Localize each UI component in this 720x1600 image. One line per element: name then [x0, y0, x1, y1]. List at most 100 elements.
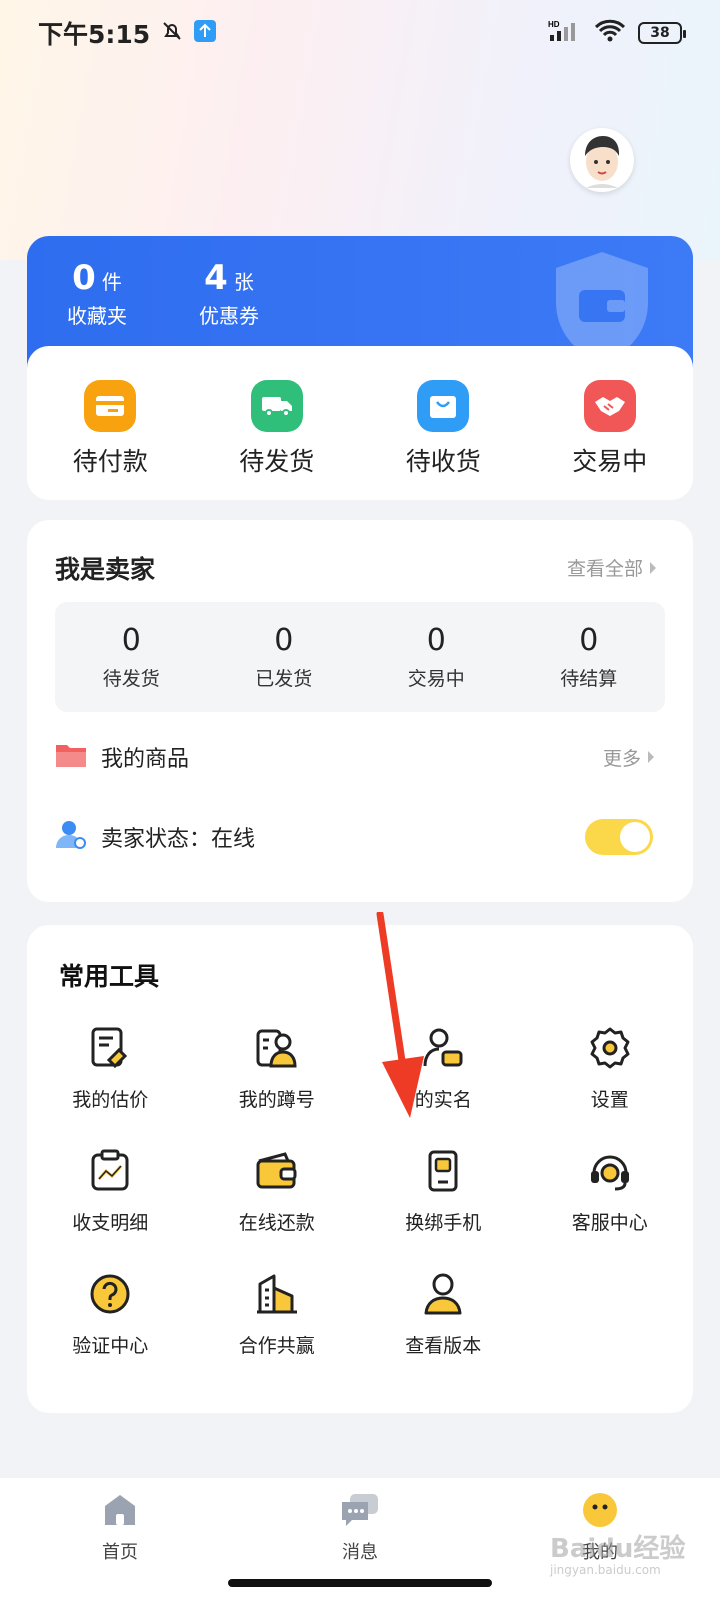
tool-settings[interactable]: 设置 [527, 1025, 694, 1112]
tool-label: 我的蹲号 [238, 1089, 315, 1111]
view-all-label: 查看全部 [566, 558, 643, 580]
profile-icon [580, 1490, 620, 1530]
nav-label: 首页 [102, 1542, 138, 1563]
headset-icon [587, 1148, 633, 1194]
orders-card: 待付款 待发货 待收货 交易中 [27, 346, 693, 500]
stat-label: 待结算 [560, 668, 618, 690]
coupons-stat[interactable]: 4张 优惠券 [199, 258, 259, 329]
favorites-label: 收藏夹 [67, 304, 127, 328]
bag-icon [417, 380, 470, 432]
favorites-stat[interactable]: 0件 收藏夹 [67, 258, 127, 329]
tool-verification[interactable]: 验证中心 [27, 1271, 194, 1358]
message-icon [340, 1490, 380, 1530]
annotation-arrow [370, 910, 450, 1126]
wifi-icon [594, 19, 626, 47]
stat-label: 交易中 [407, 668, 465, 690]
tool-label: 在线还款 [238, 1212, 315, 1234]
tool-cooperation[interactable]: 合作共赢 [194, 1271, 361, 1358]
stat-value: 0 [274, 623, 294, 658]
order-label: 交易中 [572, 447, 648, 476]
seller-stat-shipped[interactable]: 0 已发货 [214, 623, 354, 691]
order-label: 待付款 [72, 447, 148, 476]
order-pending-receipt[interactable]: 待收货 [378, 380, 508, 478]
tools-card: 常用工具 我的估价 我的蹲号 的实名 设置 收支明细 在线还款 换绑手机 客服中… [27, 925, 693, 1413]
handshake-icon [583, 380, 636, 432]
avatar[interactable] [570, 128, 634, 192]
user-status-icon [55, 820, 87, 854]
stat-value: 0 [121, 623, 141, 658]
tool-label: 合作共赢 [238, 1335, 315, 1357]
favorites-unit: 件 [101, 270, 122, 294]
order-in-progress[interactable]: 交易中 [545, 380, 675, 478]
watermark-sub: jingyan.baidu.com [550, 1563, 661, 1577]
tool-view-version[interactable]: 查看版本 [360, 1271, 527, 1358]
tool-label: 我的估价 [72, 1089, 149, 1111]
building-icon [254, 1271, 300, 1317]
stat-value: 0 [579, 623, 599, 658]
nav-home[interactable]: 首页 [40, 1490, 200, 1600]
wallet-icon [254, 1148, 300, 1194]
tool-label: 验证中心 [72, 1335, 149, 1357]
folder-icon [55, 741, 87, 773]
chevron-right-icon [647, 746, 655, 768]
seller-title: 我是卖家 [55, 555, 156, 584]
bell-muted-icon [160, 19, 184, 47]
order-label: 待收货 [405, 447, 481, 476]
tool-online-repay[interactable]: 在线还款 [194, 1148, 361, 1235]
online-toggle[interactable] [585, 819, 653, 855]
home-icon [100, 1490, 140, 1530]
coupons-label: 优惠券 [199, 304, 259, 328]
tool-label: 查看版本 [405, 1335, 482, 1357]
nav-label: 消息 [342, 1542, 378, 1563]
stat-label: 待发货 [102, 668, 160, 690]
my-goods-label: 我的商品 [101, 747, 190, 772]
watermark-text: Baidu经验 [550, 1534, 686, 1564]
battery-icon: 38 [638, 22, 686, 44]
tool-label: 设置 [590, 1089, 629, 1111]
more-label: 更多 [602, 747, 641, 770]
my-goods-row[interactable]: 我的商品 更多 [55, 732, 665, 782]
card-icon [84, 380, 137, 432]
upload-notification-icon [194, 20, 217, 46]
stat-label: 已发货 [255, 668, 313, 690]
clipboard-chart-icon [87, 1148, 133, 1194]
order-pending-payment[interactable]: 待付款 [45, 380, 175, 478]
watch-account-icon [254, 1025, 300, 1071]
person-icon [420, 1271, 466, 1317]
tool-label: 换绑手机 [405, 1212, 482, 1234]
status-bar: 下午5:15 HD 38 [0, 0, 720, 66]
tool-watch-account[interactable]: 我的蹲号 [194, 1025, 361, 1112]
estimate-icon [87, 1025, 133, 1071]
seller-card: 我是卖家 查看全部 0 待发货 0 已发货 0 交易中 0 待结算 我的商品 更多 卖家… [27, 520, 693, 902]
seller-status-row: 卖家状态：在线 [55, 812, 665, 862]
order-pending-shipment[interactable]: 待发货 [212, 380, 342, 478]
chevron-right-icon [649, 557, 657, 579]
home-indicator[interactable] [228, 1579, 492, 1587]
svg-text:HD: HD [548, 20, 560, 29]
tool-rebind-phone[interactable]: 换绑手机 [360, 1148, 527, 1235]
seller-stat-trading[interactable]: 0 交易中 [366, 623, 506, 691]
tool-income-expense[interactable]: 收支明细 [27, 1148, 194, 1235]
phone-icon [420, 1148, 466, 1194]
tool-label: 客服中心 [571, 1212, 648, 1234]
status-time: 下午5:15 [38, 20, 151, 49]
tool-label: 收支明细 [72, 1212, 149, 1234]
order-label: 待发货 [239, 447, 315, 476]
tool-my-estimate[interactable]: 我的估价 [27, 1025, 194, 1112]
seller-stat-to-ship[interactable]: 0 待发货 [61, 623, 201, 691]
tools-title: 常用工具 [59, 962, 160, 991]
seller-status-label: 卖家状态：在线 [101, 827, 256, 852]
signal-icon: HD [548, 19, 582, 47]
favorites-count: 0 [72, 258, 96, 298]
tools-grid: 我的估价 我的蹲号 的实名 设置 收支明细 在线还款 换绑手机 客服中心 验证中… [27, 1025, 693, 1358]
coupons-unit: 张 [233, 270, 254, 294]
tool-customer-service[interactable]: 客服中心 [527, 1148, 694, 1235]
stat-value: 0 [426, 623, 446, 658]
coupons-count: 4 [204, 258, 228, 298]
watermark: Baidu经验 jingyan.baidu.com [550, 1528, 685, 1577]
more-link[interactable]: 更多 [603, 744, 655, 771]
seller-stats: 0 待发货 0 已发货 0 交易中 0 待结算 [55, 602, 665, 712]
seller-stat-settle[interactable]: 0 待结算 [519, 623, 659, 691]
gear-icon [587, 1025, 633, 1071]
view-all-link[interactable]: 查看全部 [567, 554, 657, 581]
